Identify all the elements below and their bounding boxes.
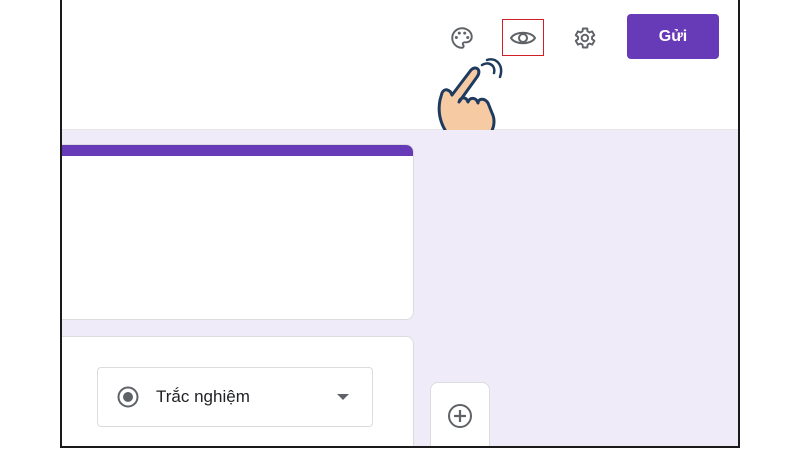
preview-button[interactable] xyxy=(502,19,544,56)
palette-icon xyxy=(451,27,473,49)
add-circle-icon xyxy=(448,404,472,428)
floating-toolbar xyxy=(430,382,490,446)
form-canvas: Trắc nghiệm xyxy=(62,130,738,446)
question-type-label: Trắc nghiệm xyxy=(156,387,250,406)
title-card-accent-bar xyxy=(62,145,413,156)
customize-theme-button[interactable] xyxy=(445,21,479,55)
form-title-card[interactable] xyxy=(62,144,414,320)
chevron-down-icon xyxy=(336,392,350,402)
send-button[interactable]: Gửi xyxy=(627,14,719,59)
screenshot-frame: Gửi Trắc nghiệm xyxy=(60,0,740,448)
eye-icon xyxy=(509,31,537,44)
add-question-button[interactable] xyxy=(445,401,475,431)
question-type-dropdown[interactable]: Trắc nghiệm xyxy=(97,367,373,427)
question-card[interactable]: Trắc nghiệm xyxy=(62,336,414,446)
settings-button[interactable] xyxy=(567,21,601,55)
gear-icon xyxy=(574,27,596,49)
form-header-bar: Gửi xyxy=(62,0,738,148)
radio-button-icon xyxy=(116,385,140,409)
